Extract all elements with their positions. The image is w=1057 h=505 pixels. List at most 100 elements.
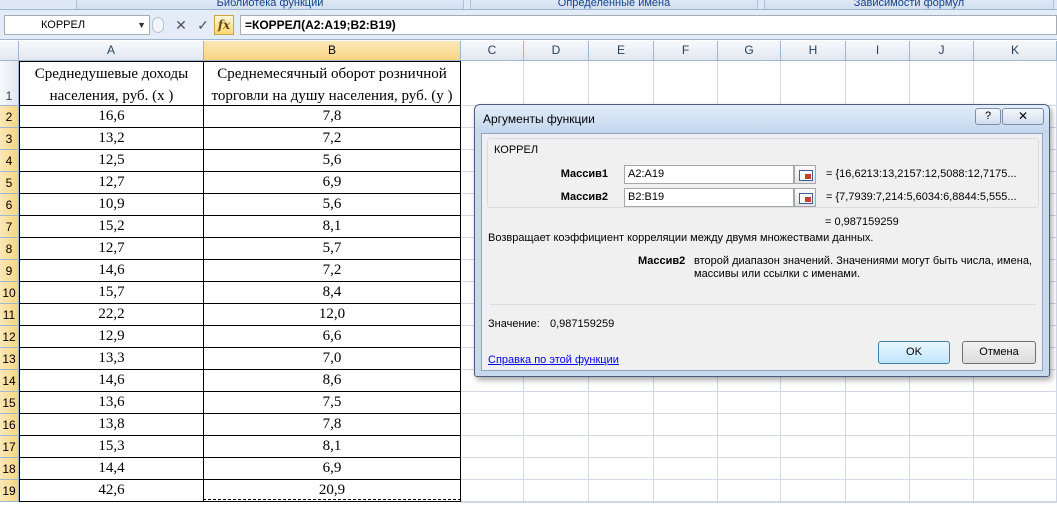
ribbon-group-defined-names[interactable]: Определенные имена [470,0,758,9]
cancel-icon[interactable]: ✕ [172,16,190,34]
income-cell-a10[interactable]: 15,7 [19,282,204,304]
empty-cell[interactable] [589,480,654,502]
ok-button[interactable]: OK [878,341,950,364]
empty-cell[interactable] [461,458,524,480]
column-header-f[interactable]: F [654,41,718,61]
row-header-5[interactable]: 5 [0,172,19,194]
arg1-input[interactable]: A2:A19 [624,165,794,184]
income-cell-a14[interactable]: 14,6 [19,370,204,392]
empty-cell[interactable] [461,436,524,458]
insert-function-icon[interactable]: fx [214,15,234,35]
empty-cell[interactable] [718,458,781,480]
empty-cell[interactable] [524,436,589,458]
income-cell-a18[interactable]: 14,4 [19,458,204,480]
column-header-c[interactable]: C [461,41,524,61]
income-cell-a5[interactable]: 12,7 [19,172,204,194]
empty-cell[interactable] [524,480,589,502]
empty-cell[interactable] [910,458,974,480]
column-header-h[interactable]: H [781,41,846,61]
empty-cell[interactable] [781,458,846,480]
empty-cell[interactable] [589,502,654,503]
income-cell-a7[interactable]: 15,2 [19,216,204,238]
dialog-title-bar[interactable]: Аргументы функции ? ✕ [475,105,1049,133]
empty-cell[interactable] [718,61,781,106]
income-cell-a15[interactable]: 13,6 [19,392,204,414]
empty-cell[interactable] [718,502,781,503]
ribbon-group-function-library[interactable]: Библиотека функций [76,0,464,9]
empty-cell[interactable] [718,414,781,436]
empty-cell[interactable] [846,436,910,458]
income-cell-a8[interactable]: 12,7 [19,238,204,260]
collapse-dialog-icon[interactable] [794,188,816,207]
row-header-11[interactable]: 11 [0,304,19,326]
select-all-corner[interactable] [0,41,19,61]
empty-cell[interactable] [718,480,781,502]
arg2-input[interactable]: B2:B19 [624,188,794,207]
row-header-17[interactable]: 17 [0,436,19,458]
empty-cell[interactable] [718,392,781,414]
empty-cell[interactable] [589,61,654,106]
empty-cell[interactable] [524,414,589,436]
income-cell-a4[interactable]: 12,5 [19,150,204,172]
row-header-16[interactable]: 16 [0,414,19,436]
row-header-9[interactable]: 9 [0,260,19,282]
row-header-10[interactable]: 10 [0,282,19,304]
empty-cell[interactable] [846,61,910,106]
enter-check-icon[interactable]: ✓ [194,16,212,34]
income-cell-a6[interactable]: 10,9 [19,194,204,216]
row-header-3[interactable]: 3 [0,128,19,150]
close-icon[interactable]: ✕ [1002,108,1044,125]
empty-cell[interactable] [781,61,846,106]
formula-bar-splitter[interactable] [152,17,164,33]
empty-cell[interactable] [461,480,524,502]
row-header-4[interactable]: 4 [0,150,19,172]
empty-cell[interactable] [846,458,910,480]
row-header-19[interactable]: 19 [0,480,19,502]
empty-cell[interactable] [589,392,654,414]
empty-cell[interactable] [910,480,974,502]
empty-cell[interactable] [589,436,654,458]
empty-cell[interactable] [974,61,1057,106]
income-cell-a9[interactable]: 14,6 [19,260,204,282]
income-cell-a3[interactable]: 13,2 [19,128,204,150]
column-header-j[interactable]: J [910,41,974,61]
row-header-2[interactable]: 2 [0,106,19,128]
chevron-down-icon[interactable]: ▼ [137,16,146,34]
income-cell-a13[interactable]: 13,3 [19,348,204,370]
income-cell-a17[interactable]: 15,3 [19,436,204,458]
name-box[interactable]: КОРРЕЛ ▼ [4,15,150,35]
empty-cell[interactable] [654,436,718,458]
income-cell-a2[interactable]: 16,6 [19,106,204,128]
empty-cell[interactable] [781,502,846,503]
empty-cell[interactable] [461,61,524,106]
empty-cell[interactable] [589,458,654,480]
ribbon-group-formula-auditing[interactable]: Зависимости формул [764,0,1054,9]
row-header-1[interactable]: 1 [0,61,19,106]
empty-cell[interactable] [781,436,846,458]
column-header-e[interactable]: E [589,41,654,61]
empty-cell[interactable] [718,436,781,458]
cancel-button[interactable]: Отмена [962,341,1036,364]
help-icon[interactable]: ? [975,108,1001,125]
empty-cell[interactable] [654,414,718,436]
empty-cell[interactable] [654,61,718,106]
empty-cell[interactable] [781,392,846,414]
row-header-14[interactable]: 14 [0,370,19,392]
income-cell-a11[interactable]: 22,2 [19,304,204,326]
income-cell-a19[interactable]: 42,6 [19,480,204,502]
empty-cell[interactable] [974,480,1057,502]
empty-cell[interactable] [461,414,524,436]
column-header-g[interactable]: G [718,41,781,61]
row-header-12[interactable]: 12 [0,326,19,348]
empty-cell[interactable] [654,480,718,502]
empty-cell[interactable] [910,436,974,458]
header-cell-a1[interactable]: Среднедушевые доходы населения, руб. (x … [19,61,204,106]
row-header-13[interactable]: 13 [0,348,19,370]
empty-cell[interactable] [974,414,1057,436]
empty-cell[interactable] [781,480,846,502]
empty-cell[interactable] [524,392,589,414]
empty-cell[interactable] [910,502,974,503]
empty-cell[interactable] [974,392,1057,414]
empty-cell[interactable] [524,61,589,106]
formula-input[interactable]: =КОРРЕЛ(A2:A19;B2:B19) [240,15,1057,35]
